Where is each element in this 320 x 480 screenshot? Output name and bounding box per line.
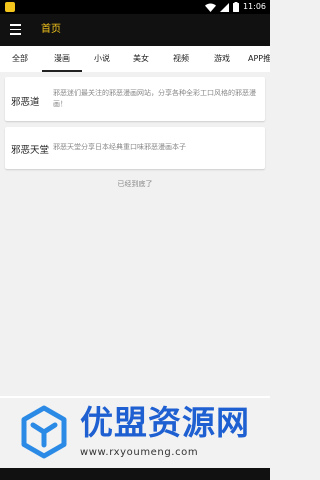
- watermark-url: www.rxyoumeng.com: [80, 447, 199, 458]
- battery-icon: [232, 2, 239, 12]
- item-description: 邪恶天堂分享日本经典重口味邪恶漫画本子: [53, 143, 186, 151]
- app-bar: 首页: [0, 14, 270, 46]
- watermark-title: 优盟资源网: [80, 403, 250, 442]
- menu-icon[interactable]: [10, 24, 21, 35]
- tab-videos[interactable]: 视频: [167, 46, 195, 72]
- page-title: 首页: [41, 24, 61, 35]
- tab-beauty[interactable]: 美女: [127, 46, 155, 72]
- list-item[interactable]: 邪恶道 邪恶迷们最关注的邪恶漫画网站，分享各种全彩工口风格的邪恶漫画！: [5, 77, 265, 121]
- watermark-banner: 优盟资源网 www.rxyoumeng.com: [0, 396, 270, 468]
- end-of-list-text: 已经到底了: [117, 180, 153, 188]
- tab-apps[interactable]: APP推: [248, 46, 270, 72]
- list-item[interactable]: 邪恶天堂 邪恶天堂分享日本经典重口味邪恶漫画本子: [5, 127, 265, 169]
- tab-comics[interactable]: 漫画: [42, 46, 82, 72]
- content-area: 邪恶道 邪恶迷们最关注的邪恶漫画网站，分享各种全彩工口风格的邪恶漫画！ 邪恶天堂…: [0, 72, 270, 432]
- status-icons: 11:06: [204, 2, 266, 12]
- system-navigation-bar: [0, 468, 270, 480]
- tab-games[interactable]: 游戏: [208, 46, 236, 72]
- item-title: 邪恶天堂: [11, 145, 50, 156]
- tab-novels[interactable]: 小说: [88, 46, 116, 72]
- status-time: 11:06: [242, 2, 266, 11]
- app-notification-icon: [5, 2, 15, 12]
- item-description: 邪恶迷们最关注的邪恶漫画网站，分享各种全彩工口风格的邪恶漫画！: [53, 89, 256, 108]
- tab-all[interactable]: 全部: [5, 46, 35, 72]
- category-tabs: 全部 漫画 小说 美女 视频 游戏 APP推: [0, 46, 270, 72]
- signal-icon: [219, 2, 229, 12]
- status-bar: 11:06: [0, 0, 270, 14]
- cube-logo-icon: [21, 405, 67, 459]
- item-title: 邪恶道: [11, 97, 40, 108]
- wifi-icon: [204, 3, 216, 12]
